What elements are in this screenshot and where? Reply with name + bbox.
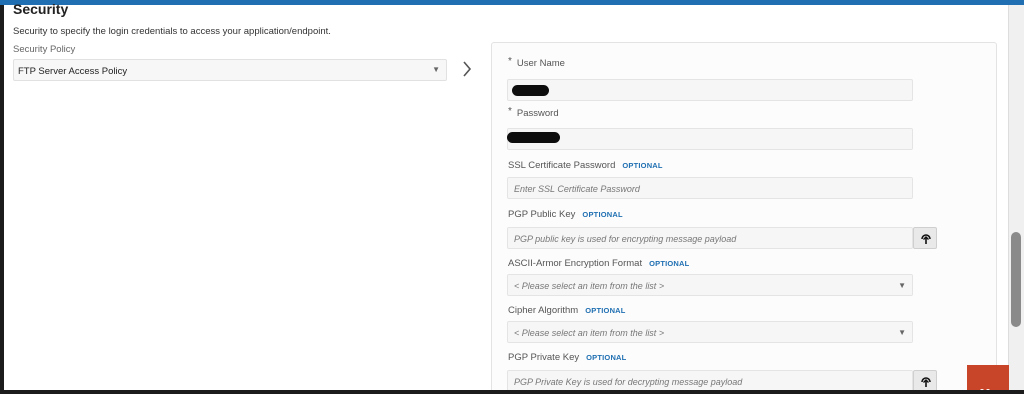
chat-icon: [980, 380, 996, 393]
optional-tag: OPTIONAL: [585, 306, 626, 315]
upload-icon: [921, 377, 931, 387]
optional-tag: OPTIONAL: [586, 353, 627, 362]
section-title: Security: [13, 1, 69, 17]
ascii-armor-select[interactable]: < Please select an item from the list > ▼: [507, 274, 913, 296]
ssl-password-field[interactable]: Enter SSL Certificate Password: [507, 177, 913, 199]
pgp-private-key-placeholder: PGP Private Key is used for decrypting m…: [514, 377, 743, 387]
redacted-username: [512, 85, 549, 96]
caret-down-icon: ▼: [432, 65, 440, 74]
optional-tag: OPTIONAL: [622, 161, 663, 170]
scrollbar-thumb[interactable]: [1011, 232, 1021, 327]
ssl-password-placeholder: Enter SSL Certificate Password: [514, 184, 640, 194]
vertical-scrollbar[interactable]: [1008, 5, 1024, 390]
security-policy-value: FTP Server Access Policy: [18, 66, 128, 77]
required-marker: *: [508, 56, 512, 67]
upload-icon: [921, 234, 931, 244]
caret-down-icon: ▼: [898, 328, 906, 337]
pgp-public-key-field[interactable]: PGP public key is used for encrypting me…: [507, 227, 913, 249]
cipher-algorithm-select[interactable]: < Please select an item from the list > ▼: [507, 321, 913, 343]
cipher-algorithm-placeholder: < Please select an item from the list >: [514, 328, 665, 338]
security-policy-select[interactable]: FTP Server Access Policy ▼: [13, 59, 447, 81]
chevron-right-icon[interactable]: [458, 58, 476, 82]
pgp-public-key-label: PGP Public Key OPTIONAL: [508, 209, 623, 220]
section-description: Security to specify the login credential…: [13, 26, 331, 37]
password-field[interactable]: [507, 128, 913, 150]
username-field[interactable]: [507, 79, 913, 101]
redacted-password: [507, 132, 560, 143]
ssl-password-label: SSL Certificate Password OPTIONAL: [508, 160, 663, 171]
cipher-algorithm-label: Cipher Algorithm OPTIONAL: [508, 305, 626, 316]
pgp-private-key-field[interactable]: PGP Private Key is used for decrypting m…: [507, 370, 913, 392]
optional-tag: OPTIONAL: [649, 259, 690, 268]
security-policy-label: Security Policy: [13, 44, 76, 55]
caret-down-icon: ▼: [898, 281, 906, 290]
pgp-private-key-upload-button[interactable]: [913, 370, 937, 392]
ascii-armor-label: ASCII-Armor Encryption Format OPTIONAL: [508, 258, 690, 269]
password-label: * Password: [508, 106, 559, 119]
bottom-border: [0, 390, 1024, 394]
optional-tag: OPTIONAL: [582, 210, 623, 219]
required-marker: *: [508, 106, 512, 117]
pgp-private-key-label: PGP Private Key OPTIONAL: [508, 352, 627, 363]
ascii-armor-placeholder: < Please select an item from the list >: [514, 281, 665, 291]
username-label: * User Name: [508, 56, 565, 69]
pgp-public-key-placeholder: PGP public key is used for encrypting me…: [514, 234, 737, 244]
pgp-public-key-upload-button[interactable]: [913, 227, 937, 249]
